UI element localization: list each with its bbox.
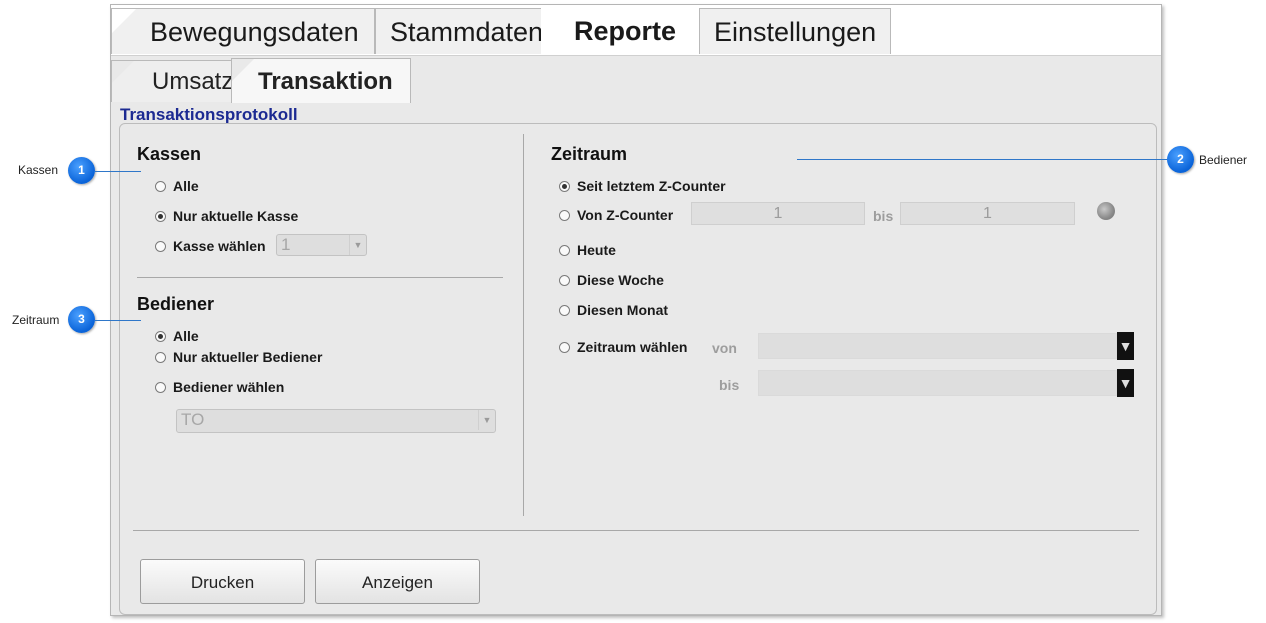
print-button[interactable]: Drucken [140,559,305,604]
z-counter-to-input[interactable]: 1 [900,202,1075,225]
zeitraum-option-heute[interactable]: Heute [559,242,616,258]
zeitraum-option-von-z[interactable]: Von Z-Counter [559,207,673,223]
tab-stammdaten[interactable]: Stammdaten [375,8,551,54]
date-to-dropdown-icon[interactable]: ▼ [1117,369,1134,397]
subtab-transaktion[interactable]: Transaktion [231,58,411,103]
show-button[interactable]: Anzeigen [315,559,480,604]
callout-badge-3: 3 [68,306,95,333]
zeitraum-option-monat[interactable]: Diesen Monat [559,302,668,318]
kassen-title: Kassen [137,144,202,164]
radio-label: Nur aktueller Bediener [173,349,323,365]
zeitraum-option-seit-z[interactable]: Seit letztem Z-Counter [559,178,726,194]
callout-badge-2: 2 [1167,146,1194,173]
tab-label: Reporte [574,16,677,46]
bediener-option-waehlen[interactable]: Bediener wählen [155,379,284,395]
tab-label: Einstellungen [714,17,877,47]
radio-icon [559,274,570,286]
tab-notch [112,9,137,34]
radio-icon [559,180,570,192]
radio-icon [559,341,570,353]
date-from-input[interactable] [758,333,1117,359]
combo-value: 1 [281,235,291,254]
bediener-option-alle[interactable]: Alle [155,328,199,344]
radio-label: Diesen Monat [577,302,669,318]
radio-label: Von Z-Counter [577,207,674,223]
callout-label-bediener: Bediener [1199,153,1248,167]
z-counter-from-input[interactable]: 1 [691,202,865,225]
date-from-dropdown-icon[interactable]: ▼ [1117,332,1134,360]
kassen-option-aktuell[interactable]: Nur aktuelle Kasse [155,208,298,224]
z-counter-bis-label: bis [873,208,894,224]
subtab-notch [232,59,255,82]
radio-icon [155,210,166,222]
radio-label: Diese Woche [577,272,664,288]
radio-icon [155,381,166,393]
tab-label: Bewegungsdaten [150,17,359,47]
subtab-umsatz[interactable]: Umsatz [111,60,241,102]
kassen-option-waehlen[interactable]: Kasse wählen [155,238,266,254]
left-divider [137,277,503,278]
tab-notch [542,6,567,31]
radio-icon [559,244,570,256]
bottom-divider [133,530,1139,531]
tab-einstellungen[interactable]: Einstellungen [699,8,891,54]
radio-label: Alle [173,328,199,344]
radio-label: Zeitraum wählen [577,339,688,355]
tab-label: Stammdaten [390,17,544,47]
radio-label: Alle [173,178,199,194]
subtab-notch [112,61,135,84]
radio-icon [155,351,166,363]
section-title: Transaktionsprotokoll [120,105,298,124]
bediener-title: Bediener [137,294,215,314]
radio-label: Kasse wählen [173,238,266,254]
tab-reporte[interactable]: Reporte [541,5,699,55]
callout-label-kassen: Kassen [18,163,59,177]
callout-line-2 [797,159,1167,160]
bis-label: bis [719,377,740,393]
combo-value: TO [181,410,205,429]
radio-icon [559,209,570,221]
kasse-select[interactable]: 1 ▼ [276,234,367,256]
callout-line-3 [95,320,141,321]
radio-icon [559,304,570,316]
date-to-input[interactable] [758,370,1117,396]
sub-tab-bar: Umsatz Transaktion [111,55,1161,103]
radio-label: Seit letztem Z-Counter [577,178,726,194]
callout-badge-1: 1 [68,157,95,184]
callout-line-1 [95,171,141,172]
subtab-label: Umsatz [152,68,234,95]
transaction-panel: Kassen Alle Nur aktuelle Kasse Kasse wäh… [119,123,1157,615]
zeitraum-title: Zeitraum [551,144,628,164]
radio-icon [155,180,166,192]
radio-label: Nur aktuelle Kasse [173,208,299,224]
radio-label: Bediener wählen [173,379,285,395]
callout-label-zeitraum: Zeitraum [12,313,60,327]
bediener-option-aktuell[interactable]: Nur aktueller Bediener [155,349,322,365]
radio-label: Heute [577,242,616,258]
z-counter-picker-icon[interactable] [1097,202,1115,220]
radio-icon [155,330,166,342]
subtab-label: Transaktion [258,68,393,95]
tab-bewegungsdaten[interactable]: Bewegungsdaten [111,8,375,54]
main-tab-bar: Bewegungsdaten Stammdaten Reporte Einste… [111,5,1161,55]
radio-icon [155,240,166,252]
vertical-divider [523,134,524,516]
bediener-select[interactable]: TO ▼ [176,409,496,433]
von-label: von [712,340,737,356]
zeitraum-option-waehlen[interactable]: Zeitraum wählen [559,339,687,355]
zeitraum-option-woche[interactable]: Diese Woche [559,272,664,288]
chevron-down-icon: ▼ [478,410,495,430]
report-window: Bewegungsdaten Stammdaten Reporte Einste… [110,4,1162,616]
chevron-down-icon: ▼ [349,235,366,255]
kassen-option-alle[interactable]: Alle [155,178,199,194]
